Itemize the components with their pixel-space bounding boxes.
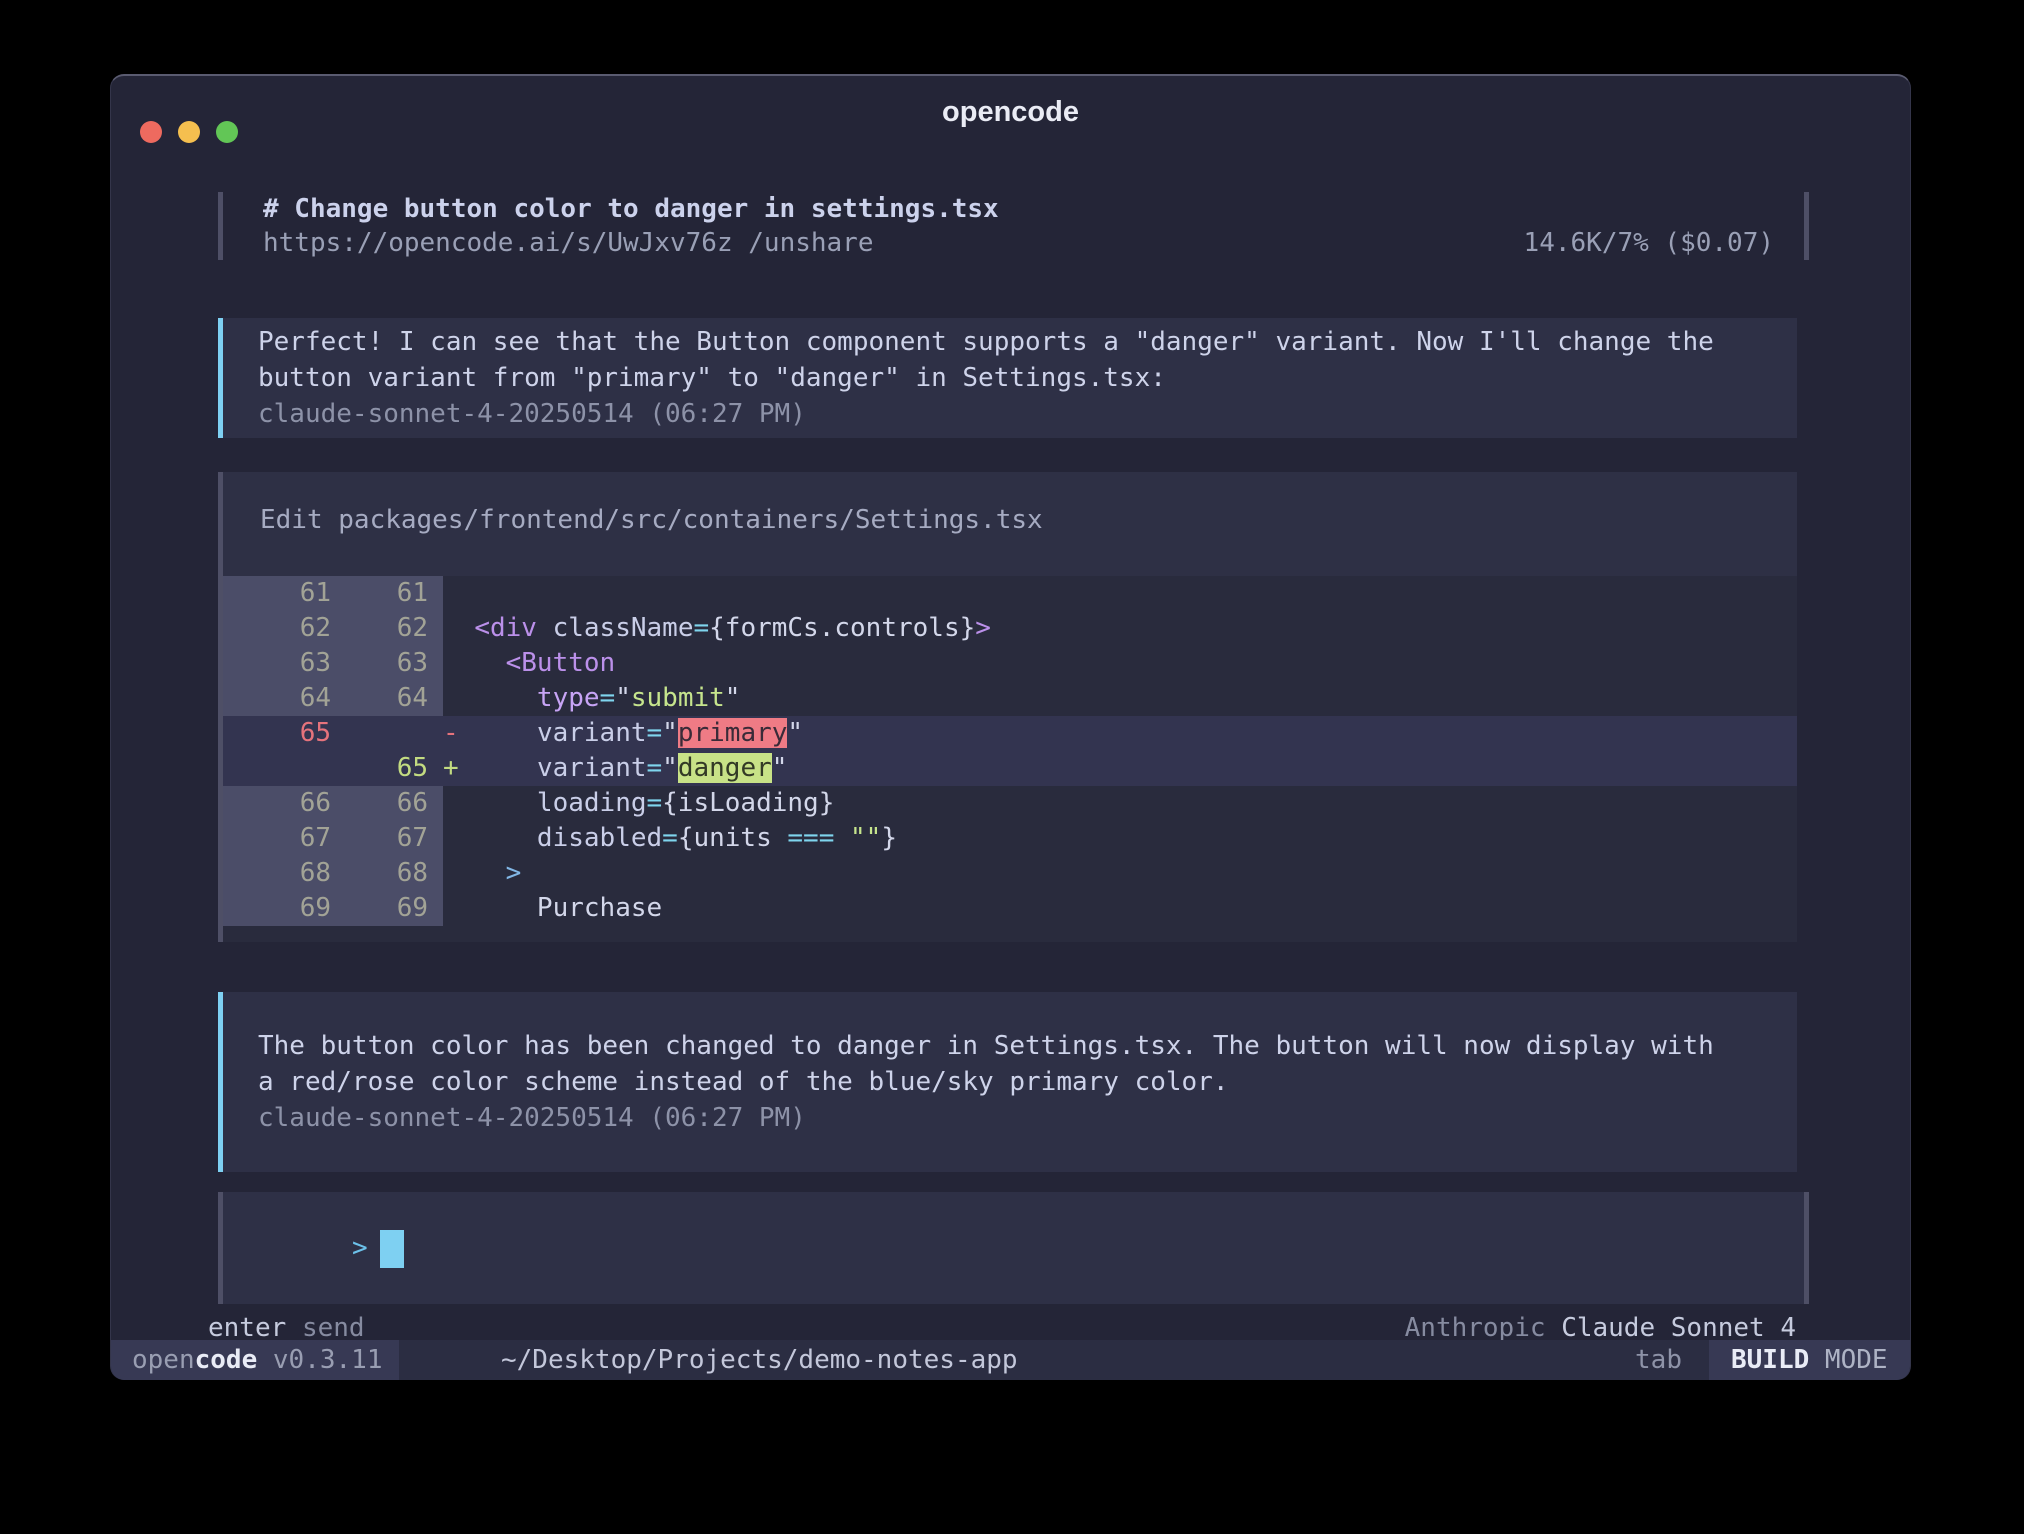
prompt-chevron: > bbox=[352, 1233, 368, 1263]
diff-left-rule bbox=[218, 472, 223, 942]
diff-row: 6767 disabled={units === ""} bbox=[218, 821, 1797, 856]
app-version-chip: opencode v0.3.11 bbox=[111, 1340, 399, 1380]
session-header: # Change button color to danger in setti… bbox=[218, 192, 1809, 260]
opencode-window: opencode # Change button color to danger… bbox=[110, 74, 1911, 1380]
tab-key-hint: tab bbox=[1635, 1345, 1682, 1375]
diff-rows: 61616262 <div className={formCs.controls… bbox=[218, 576, 1797, 942]
working-directory: ~/Desktop/Projects/demo-notes-app bbox=[501, 1345, 1018, 1375]
diff-card: Edit packages/frontend/src/containers/Se… bbox=[218, 472, 1797, 942]
assistant-message-2: The button color has been changed to dan… bbox=[218, 992, 1797, 1172]
message-text: button variant from "primary" to "danger… bbox=[258, 360, 1767, 396]
message-accent-bar bbox=[218, 318, 223, 438]
message-meta: claude-sonnet-4-20250514 (06:27 PM) bbox=[258, 1100, 1767, 1136]
input-left-rule bbox=[218, 1192, 223, 1304]
diff-row: 65+ variant="danger" bbox=[218, 751, 1797, 786]
diff-row: 6464 type="submit" bbox=[218, 681, 1797, 716]
diff-row: 6262 <div className={formCs.controls}> bbox=[218, 611, 1797, 646]
hint-bar: enter send Anthropic Claude Sonnet 4 bbox=[111, 1314, 1910, 1342]
diff-row: 6868 > bbox=[218, 856, 1797, 891]
diff-title: Edit packages/frontend/src/containers/Se… bbox=[218, 472, 1797, 538]
diff-row: 6666 loading={isLoading} bbox=[218, 786, 1797, 821]
message-text: The button color has been changed to dan… bbox=[258, 1028, 1767, 1064]
build-mode-badge: BUILD MODE bbox=[1709, 1340, 1910, 1380]
prompt-line: > bbox=[352, 1228, 404, 1268]
share-url[interactable]: https://opencode.ai/s/UwJxv76z bbox=[263, 228, 733, 258]
header-left-rule bbox=[218, 192, 223, 260]
model-indicator: Anthropic Claude Sonnet 4 bbox=[1405, 1314, 1796, 1342]
diff-row: 6363 <Button bbox=[218, 646, 1797, 681]
diff-row: 6161 bbox=[218, 576, 1797, 611]
unshare-command[interactable]: /unshare bbox=[748, 228, 873, 258]
message-accent-bar bbox=[218, 992, 223, 1172]
token-usage: 14.6K/7% ($0.07) bbox=[1524, 226, 1774, 260]
share-url-line: https://opencode.ai/s/UwJxv76z /unshare bbox=[263, 226, 874, 260]
prompt-input[interactable]: > bbox=[218, 1192, 1809, 1304]
diff-row: 65- variant="primary" bbox=[218, 716, 1797, 751]
message-text: a red/rose color scheme instead of the b… bbox=[258, 1064, 1767, 1100]
status-bar: opencode v0.3.11 ~/Desktop/Projects/demo… bbox=[111, 1340, 1910, 1380]
window-titlebar: opencode bbox=[111, 76, 1910, 192]
message-text: Perfect! I can see that the Button compo… bbox=[258, 324, 1767, 360]
assistant-message-1: Perfect! I can see that the Button compo… bbox=[218, 318, 1797, 438]
message-meta: claude-sonnet-4-20250514 (06:27 PM) bbox=[258, 396, 1767, 432]
input-right-rule bbox=[1804, 1192, 1809, 1304]
session-title: # Change button color to danger in setti… bbox=[263, 192, 999, 226]
text-cursor bbox=[380, 1230, 404, 1268]
send-hint: enter send bbox=[208, 1314, 365, 1342]
window-title: opencode bbox=[111, 96, 1910, 129]
header-right-rule bbox=[1804, 192, 1809, 260]
diff-row: 6969 Purchase bbox=[218, 891, 1797, 926]
